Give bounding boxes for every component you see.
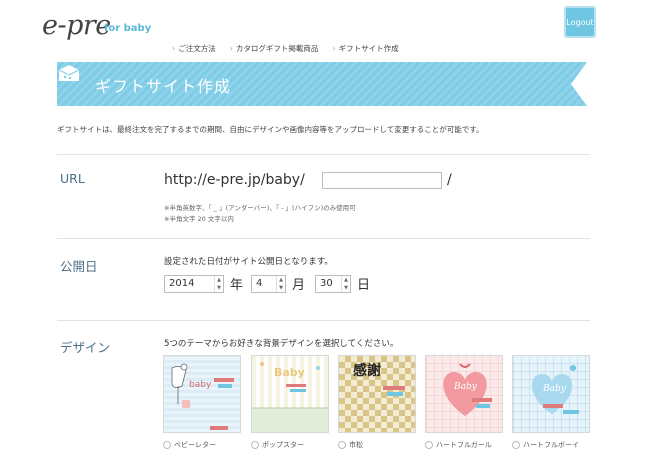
theme-option-heartful-girl[interactable]: ハートフルガール xyxy=(425,440,492,450)
url-section-label: URL xyxy=(60,171,85,186)
year-unit: 年 xyxy=(230,278,244,293)
url-note-length: ※半角文字 20 文字以内 xyxy=(164,215,234,223)
logout-button[interactable]: Logout xyxy=(564,6,596,38)
top-nav: › ご注文方法 › カタログギフト掲載商品 › ギフトサイト作成 xyxy=(172,43,399,54)
chevron-right-icon: › xyxy=(229,44,233,53)
nav-item-catalog[interactable]: › カタログギフト掲載商品 xyxy=(230,43,319,54)
year-stepper[interactable]: 2014 ▲ ▼ xyxy=(164,275,224,293)
url-suffix: / xyxy=(447,172,452,188)
theme-thumbnail-pop-star[interactable]: Baby xyxy=(251,355,329,433)
nav-item-label: ご注文方法 xyxy=(178,44,216,53)
arrow-down-icon[interactable]: ▼ xyxy=(277,284,285,292)
theme-thumbnail-heartful-boy[interactable]: Baby xyxy=(512,355,590,433)
thumb-text: Baby xyxy=(454,382,477,392)
logo-subtitle: for baby xyxy=(104,23,152,34)
theme-label: ポップスター xyxy=(262,441,304,449)
theme-label: ハートフルボーイ xyxy=(523,441,579,449)
divider xyxy=(57,238,590,239)
month-value: 4 xyxy=(256,278,263,289)
stepper-arrows[interactable]: ▲ ▼ xyxy=(341,276,350,292)
site-url-input[interactable] xyxy=(322,172,442,189)
radio-button[interactable] xyxy=(163,441,171,449)
logo[interactable]: e-pre xyxy=(42,10,111,41)
theme-option-ichimatsu[interactable]: 市松 xyxy=(338,440,363,450)
heart-boy-illustration xyxy=(531,365,579,414)
theme-option-baby-letter[interactable]: ベビーレター xyxy=(163,440,216,450)
arrow-down-icon[interactable]: ▼ xyxy=(215,284,223,292)
theme-label: ハートフルガール xyxy=(436,441,492,449)
radio-button[interactable] xyxy=(338,441,346,449)
heart-girl-illustration xyxy=(443,363,492,416)
thumb-text: Baby xyxy=(274,366,305,379)
theme-label: ベビーレター xyxy=(174,441,216,449)
radio-button[interactable] xyxy=(251,441,259,449)
arrow-up-icon[interactable]: ▲ xyxy=(215,276,223,284)
design-section-label: デザイン xyxy=(60,340,111,355)
date-section-label: 公開日 xyxy=(60,259,98,274)
theme-option-pop-star[interactable]: ポップスター xyxy=(251,440,304,450)
theme-option-heartful-boy[interactable]: ハートフルボーイ xyxy=(512,440,579,450)
stepper-arrows[interactable]: ▲ ▼ xyxy=(214,276,223,292)
thumb-text: 感謝 xyxy=(353,363,381,379)
chevron-right-icon: › xyxy=(172,44,176,53)
theme-thumbnail-baby-letter[interactable]: baby xyxy=(163,355,241,433)
chevron-right-icon: › xyxy=(332,44,336,53)
theme-thumbnail-ichimatsu[interactable]: 感謝 xyxy=(338,355,416,433)
design-description: 5つのテーマからお好きな背景デザインを選択してください。 xyxy=(164,339,399,349)
month-stepper[interactable]: 4 ▲ ▼ xyxy=(251,275,286,293)
nav-item-label: ギフトサイト作成 xyxy=(338,44,399,53)
day-value: 30 xyxy=(320,278,333,289)
nav-item-gift-site[interactable]: › ギフトサイト作成 xyxy=(332,43,398,54)
arrow-up-icon[interactable]: ▲ xyxy=(342,276,350,284)
page-title: ギフトサイト作成 xyxy=(95,77,232,96)
day-stepper[interactable]: 30 ▲ ▼ xyxy=(315,275,351,293)
divider xyxy=(57,154,590,155)
month-unit: 月 xyxy=(292,278,306,293)
stepper-arrows[interactable]: ▲ ▼ xyxy=(276,276,285,292)
nav-item-order-method[interactable]: › ご注文方法 xyxy=(172,43,216,54)
radio-button[interactable] xyxy=(425,441,433,449)
year-value: 2014 xyxy=(169,278,195,289)
thumb-text: baby xyxy=(189,380,212,390)
theme-thumbnail-heartful-girl[interactable]: Baby xyxy=(425,355,503,433)
gift-envelope-icon xyxy=(58,65,80,81)
url-note-characters: ※半角英数字、「 _ 」(アンダーバー)、「 - 」(ハイフン)のみ使用可 xyxy=(164,204,356,212)
url-prefix: http://e-pre.jp/baby/ xyxy=(164,172,305,188)
intro-text: ギフトサイトは、最終注文を完了するまでの期間、自由にデザインや画像内容等をアップ… xyxy=(57,125,484,134)
thumb-text: Baby xyxy=(543,384,566,394)
stork-illustration xyxy=(171,363,234,430)
date-description: 設定された日付がサイト公開日となります。 xyxy=(164,257,333,267)
day-unit: 日 xyxy=(357,278,371,293)
arrow-up-icon[interactable]: ▲ xyxy=(277,276,285,284)
radio-button[interactable] xyxy=(512,441,520,449)
nav-item-label: カタログギフト掲載商品 xyxy=(235,44,319,53)
theme-label: 市松 xyxy=(349,441,363,449)
divider xyxy=(57,320,590,321)
page-title-ribbon: ギフトサイト作成 xyxy=(57,62,587,106)
arrow-down-icon[interactable]: ▼ xyxy=(342,284,350,292)
